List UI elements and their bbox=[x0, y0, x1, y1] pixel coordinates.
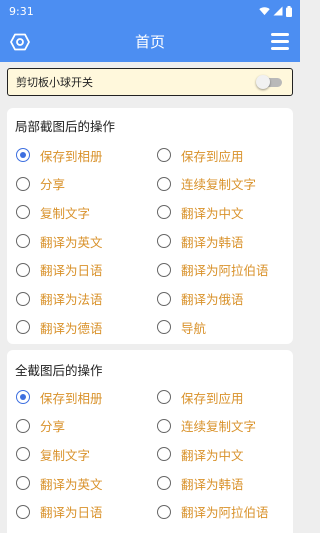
partial-section-title: 局部截图后的操作 bbox=[15, 119, 116, 134]
radio-unchecked-icon[interactable] bbox=[157, 234, 171, 249]
radio-unchecked-icon[interactable] bbox=[157, 176, 171, 191]
radio-unchecked-icon[interactable] bbox=[157, 291, 171, 306]
radio-unchecked-icon[interactable] bbox=[157, 262, 171, 277]
radio-option[interactable]: 连续复制文字 bbox=[157, 416, 256, 436]
radio-option[interactable]: 翻译为日语 bbox=[16, 502, 103, 522]
clipboard-ball-toggle-row[interactable]: 剪切板小球开关 bbox=[7, 68, 293, 96]
radio-option[interactable]: 翻译为英文 bbox=[16, 231, 103, 251]
radio-option-label: 连续复制文字 bbox=[181, 419, 257, 435]
radio-option[interactable]: 翻译为中文 bbox=[157, 202, 244, 222]
status-icons bbox=[259, 5, 292, 17]
radio-unchecked-icon[interactable] bbox=[16, 291, 30, 306]
radio-option[interactable]: 导航 bbox=[157, 317, 206, 337]
radio-unchecked-icon[interactable] bbox=[157, 418, 171, 433]
radio-unchecked-icon[interactable] bbox=[16, 418, 30, 433]
menu-icon[interactable] bbox=[271, 33, 289, 51]
radio-option[interactable]: 翻译为韩语 bbox=[157, 473, 244, 493]
status-time: 9:31 bbox=[9, 4, 34, 18]
full-section-title: 全截图后的操作 bbox=[15, 363, 103, 378]
radio-option[interactable]: 翻译为中文 bbox=[157, 444, 244, 464]
radio-option[interactable]: 翻译为阿拉伯语 bbox=[157, 502, 269, 522]
radio-option[interactable]: 翻译为德语 bbox=[16, 317, 103, 337]
radio-unchecked-icon[interactable] bbox=[157, 390, 171, 404]
radio-option-label: 保存到应用 bbox=[181, 148, 244, 164]
radio-option-label: 翻译为法语 bbox=[40, 292, 103, 307]
radio-option-label: 导航 bbox=[181, 320, 207, 336]
radio-option-label: 翻译为韩语 bbox=[181, 234, 244, 250]
page-title: 首页 bbox=[134, 33, 165, 51]
radio-option[interactable]: 翻译为阿拉伯语 bbox=[157, 260, 269, 280]
wifi-icon bbox=[259, 7, 270, 16]
radio-option[interactable]: 翻译为英文 bbox=[16, 473, 103, 493]
radio-option-label: 连续复制文字 bbox=[181, 177, 257, 193]
radio-option-label: 保存到相册 bbox=[40, 390, 103, 406]
signal-icon bbox=[273, 6, 283, 16]
clipboard-ball-toggle-label: 剪切板小球开关 bbox=[16, 76, 93, 89]
radio-option-label: 翻译为日语 bbox=[40, 263, 103, 279]
radio-option-label: 复制文字 bbox=[40, 205, 91, 221]
radio-unchecked-icon[interactable] bbox=[157, 320, 171, 335]
radio-checked-icon[interactable] bbox=[16, 390, 30, 404]
radio-option[interactable]: 分享 bbox=[16, 174, 65, 194]
radio-option-label: 翻译为英文 bbox=[40, 476, 103, 492]
radio-unchecked-icon[interactable] bbox=[16, 176, 30, 191]
radio-option-label: 保存到相册 bbox=[40, 148, 103, 164]
radio-option[interactable]: 保存到应用 bbox=[157, 387, 244, 407]
radio-option-label: 翻译为俄语 bbox=[181, 292, 244, 307]
radio-unchecked-icon[interactable] bbox=[157, 504, 171, 519]
radio-option-label: 翻译为中文 bbox=[181, 447, 244, 463]
radio-option-label: 分享 bbox=[40, 419, 66, 435]
radio-option[interactable]: 保存到相册 bbox=[16, 387, 103, 407]
radio-option[interactable]: 保存到应用 bbox=[157, 145, 244, 165]
full-screenshot-card: 全截图后的操作 保存到相册 保存到应用分享 连续复制文字复制文字 翻译为中文翻译为英文… bbox=[7, 350, 293, 533]
radio-option-label: 翻译为德语 bbox=[40, 320, 103, 336]
radio-unchecked-icon[interactable] bbox=[157, 447, 171, 462]
radio-unchecked-icon[interactable] bbox=[16, 504, 30, 519]
radio-option-label: 翻译为中文 bbox=[181, 205, 244, 221]
radio-option-label: 保存到应用 bbox=[181, 390, 244, 406]
radio-unchecked-icon[interactable] bbox=[16, 262, 30, 277]
radio-unchecked-icon[interactable] bbox=[16, 205, 30, 220]
radio-option[interactable]: 翻译为日语 bbox=[16, 260, 103, 280]
radio-option-label: 翻译为日语 bbox=[40, 505, 103, 521]
radio-option[interactable]: 复制文字 bbox=[16, 444, 90, 464]
radio-option[interactable]: 保存到相册 bbox=[16, 145, 103, 165]
clipboard-ball-switch[interactable] bbox=[256, 75, 284, 89]
radio-option-label: 翻译为阿拉伯语 bbox=[181, 505, 269, 521]
radio-option[interactable]: 翻译为俄语 bbox=[157, 289, 244, 309]
radio-unchecked-icon[interactable] bbox=[157, 476, 171, 491]
radio-checked-icon[interactable] bbox=[16, 148, 30, 162]
battery-icon bbox=[286, 5, 292, 17]
radio-option[interactable]: 翻译为法语 bbox=[16, 289, 103, 309]
radio-option[interactable]: 复制文字 bbox=[16, 202, 90, 222]
radio-option[interactable]: 翻译为韩语 bbox=[157, 231, 244, 251]
radio-option-label: 翻译为英文 bbox=[40, 234, 103, 250]
radio-option-label: 翻译为阿拉伯语 bbox=[181, 263, 269, 279]
radio-option[interactable]: 连续复制文字 bbox=[157, 174, 256, 194]
radio-unchecked-icon[interactable] bbox=[16, 476, 30, 491]
radio-unchecked-icon[interactable] bbox=[157, 205, 171, 220]
radio-option[interactable]: 分享 bbox=[16, 416, 65, 436]
status-bar: 9:31 bbox=[0, 0, 300, 22]
radio-option-label: 复制文字 bbox=[40, 447, 91, 463]
radio-unchecked-icon[interactable] bbox=[157, 148, 171, 162]
partial-screenshot-card: 局部截图后的操作 保存到相册 保存到应用分享 连续复制文字复制文字 翻译为中文翻译为英… bbox=[7, 108, 293, 344]
radio-unchecked-icon[interactable] bbox=[16, 447, 30, 462]
radio-option-label: 分享 bbox=[40, 177, 66, 193]
radio-unchecked-icon[interactable] bbox=[16, 320, 30, 335]
radio-option-label: 翻译为韩语 bbox=[181, 476, 244, 492]
radio-unchecked-icon[interactable] bbox=[16, 234, 30, 249]
app-bar: 首页 bbox=[0, 22, 300, 62]
